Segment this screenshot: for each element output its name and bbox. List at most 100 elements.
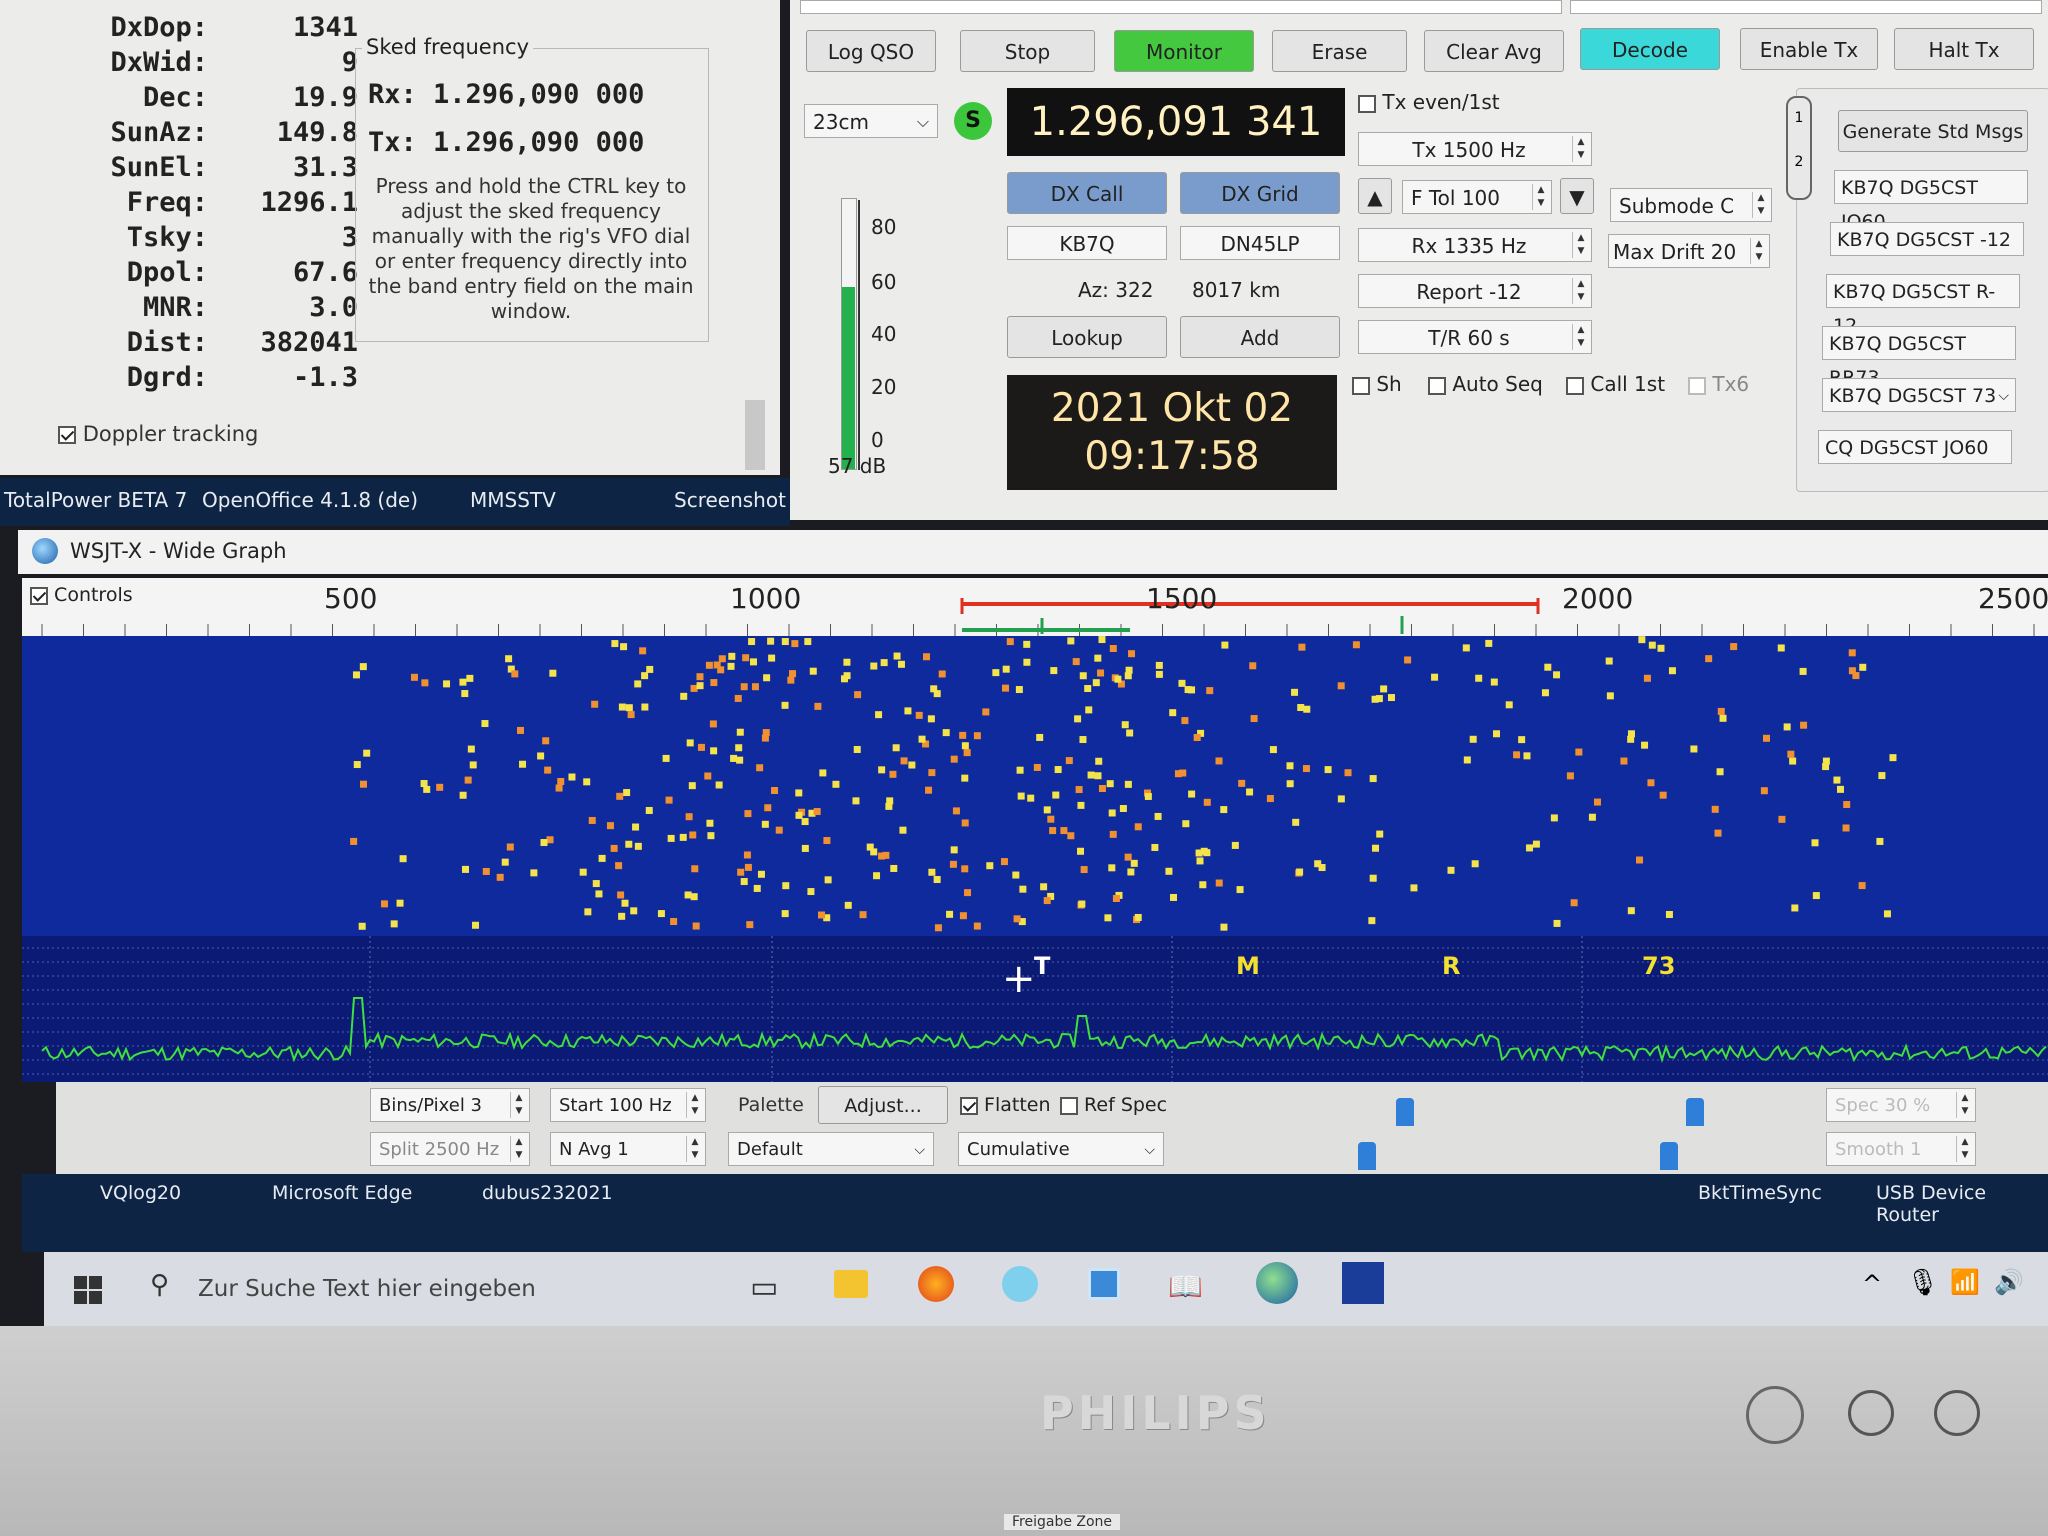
desktop-icon-usb-router[interactable]: USB Device Router <box>1876 1182 2048 1226</box>
rx-frequency-spinbox[interactable]: Rx 1335 Hz ▲ ▼ <box>1358 228 1592 262</box>
submode-spinbox[interactable]: Submode C ▲ ▼ <box>1610 188 1772 222</box>
tx6-checkbox[interactable]: Tx6 <box>1688 372 1749 396</box>
bins-pixel-spinbox[interactable]: Bins/Pixel 3 ▲ ▼ <box>370 1088 530 1122</box>
search-box[interactable]: ⚲ Zur Suche Text hier eingeben <box>144 1264 764 1314</box>
world-map-icon[interactable] <box>1342 1262 1384 1304</box>
add-button[interactable]: Add <box>1180 316 1340 358</box>
spinner-arrows-icon[interactable]: ▲ ▼ <box>1572 136 1589 162</box>
desktop-icon-edge[interactable]: Microsoft Edge <box>272 1182 412 1204</box>
spinner-arrows-icon[interactable]: ▲ ▼ <box>510 1092 527 1118</box>
log-qso-button[interactable]: Log QSO <box>806 30 936 72</box>
desktop-icon-screenshot[interactable]: Screenshot <box>674 488 786 512</box>
windows-start-icon[interactable] <box>74 1276 102 1304</box>
spinner-arrows-icon[interactable]: ▲ ▼ <box>1752 192 1769 218</box>
message-tx5[interactable]: KB7Q DG5CST 73 ⌵ <box>1822 378 2016 412</box>
generate-std-msgs-button[interactable]: Generate Std Msgs <box>1838 110 2028 152</box>
spinner-arrows-icon[interactable]: ▲ ▼ <box>1572 278 1589 304</box>
spectrum-mode-select[interactable]: Cumulative ⌵ <box>958 1132 1164 1166</box>
call-1st-checkbox[interactable]: Call 1st <box>1566 372 1665 396</box>
band-select[interactable]: 23cm ⌵ <box>804 104 938 138</box>
waterfall-dot <box>646 665 654 673</box>
tr-period-spinbox[interactable]: T/R 60 s ▲ ▼ <box>1358 320 1592 354</box>
spinner-arrows-icon[interactable]: ▲ ▼ <box>1532 184 1549 210</box>
spinner-arrows-icon[interactable]: ▲ ▼ <box>1956 1092 1973 1118</box>
spinner-arrows-icon[interactable]: ▲ ▼ <box>1572 324 1589 350</box>
smooth-spinbox[interactable]: Smooth 1 ▲ ▼ <box>1826 1132 1976 1166</box>
tx-frequency-spinbox[interactable]: Tx 1500 Hz ▲ ▼ <box>1358 132 1592 166</box>
file-explorer-icon[interactable] <box>834 1270 868 1298</box>
zero-slider-handle[interactable] <box>1686 1098 1704 1126</box>
dx-call-input[interactable]: KB7Q <box>1007 226 1167 260</box>
clear-avg-button[interactable]: Clear Avg <box>1424 30 1564 72</box>
spinner-arrows-icon[interactable]: ▲ ▼ <box>510 1136 527 1162</box>
spinner-arrows-icon[interactable]: ▲ ▼ <box>1572 232 1589 258</box>
split-spinbox[interactable]: Split 2500 Hz ▲ ▼ <box>370 1132 530 1166</box>
monitor-button-icon[interactable] <box>1848 1390 1894 1436</box>
waterfall-dot <box>718 655 726 663</box>
desktop-icon-openoffice[interactable]: OpenOffice 4.1.8 (de) <box>202 488 418 512</box>
arrow-down-button[interactable]: ▼ <box>1560 178 1594 214</box>
palette-select[interactable]: Default ⌵ <box>728 1132 934 1166</box>
report-spinbox[interactable]: Report -12 ▲ ▼ <box>1358 274 1592 308</box>
message-tx2[interactable]: KB7Q DG5CST -12 <box>1830 222 2024 256</box>
sh-checkbox[interactable]: Sh <box>1352 372 1402 396</box>
flatten-checkbox[interactable]: Flatten <box>960 1094 1051 1116</box>
desktop-icon-totalpower[interactable]: TotalPower BETA 7 <box>4 488 187 512</box>
spectrum-display[interactable]: T M R 73 + <box>22 936 2048 1082</box>
max-drift-spinbox[interactable]: Max Drift 20 ▲ ▼ <box>1608 234 1770 268</box>
auto-seq-checkbox[interactable]: Auto Seq <box>1428 372 1543 396</box>
store-icon[interactable] <box>1088 1268 1120 1300</box>
ftol-spinbox[interactable]: F Tol 100 ▲ ▼ <box>1402 180 1552 214</box>
edge-icon[interactable] <box>1002 1266 1038 1302</box>
scrollbar[interactable] <box>745 400 765 470</box>
dx-grid-input[interactable]: DN45LP <box>1180 226 1340 260</box>
lookup-button[interactable]: Lookup <box>1007 316 1167 358</box>
spec-gain-slider-handle[interactable] <box>1358 1142 1376 1170</box>
message-tx6[interactable]: CQ DG5CST JO60 <box>1818 430 2012 464</box>
stop-button[interactable]: Stop <box>960 30 1095 72</box>
wsjtx-taskbar-icon[interactable] <box>1256 1262 1298 1304</box>
task-view-icon[interactable]: ▭ <box>750 1270 778 1305</box>
spinner-arrows-icon[interactable]: ▲ ▼ <box>686 1136 703 1162</box>
waterfall-display[interactable] <box>22 636 2048 936</box>
desktop-icon-mmsstv[interactable]: MMSSTV <box>470 488 556 512</box>
spec-spinbox[interactable]: Spec 30 % ▲ ▼ <box>1826 1088 1976 1122</box>
power-button-icon[interactable] <box>1746 1386 1804 1444</box>
message-tx4[interactable]: KB7Q DG5CST RR73 <box>1822 326 2016 389</box>
arrow-up-button[interactable]: ▲ <box>1358 178 1392 214</box>
desktop-icon-bkttimesync[interactable]: BktTimeSync <box>1698 1182 1822 1204</box>
halt-tx-button[interactable]: Halt Tx <box>1894 28 2034 70</box>
tx-even-checkbox[interactable]: Tx even/1st <box>1358 90 1500 114</box>
microphone-icon[interactable]: 🎙 <box>1906 1268 1939 1298</box>
spec-zero-slider-handle[interactable] <box>1660 1142 1678 1170</box>
spinner-arrows-icon[interactable]: ▲ ▼ <box>1750 238 1767 264</box>
firefox-icon[interactable] <box>918 1266 954 1302</box>
n-avg-spinbox[interactable]: N Avg 1 ▲ ▼ <box>550 1132 706 1166</box>
ref-spec-checkbox[interactable]: Ref Spec <box>1060 1094 1167 1116</box>
s-meter-indicator[interactable]: S <box>954 102 992 140</box>
waterfall-dot <box>627 711 635 719</box>
speaker-icon[interactable]: 🔊 <box>1994 1268 2024 1296</box>
gain-slider-handle[interactable] <box>1396 1098 1414 1126</box>
spinner-arrows-icon[interactable]: ▲ ▼ <box>1956 1136 1973 1162</box>
tab-2[interactable]: 2 <box>1788 154 1810 170</box>
message-tx1[interactable]: KB7Q DG5CST JO60 <box>1834 170 2028 233</box>
chevron-up-icon[interactable]: ^ <box>1862 1270 1882 1298</box>
erase-button[interactable]: Erase <box>1272 30 1407 72</box>
decode-button[interactable]: Decode <box>1580 28 1720 70</box>
dx-grid-button[interactable]: DX Grid <box>1180 172 1340 214</box>
book-icon[interactable]: 📖 <box>1168 1270 1203 1303</box>
tab-1[interactable]: 1 <box>1788 110 1810 126</box>
doppler-tracking-checkbox[interactable]: Doppler tracking <box>58 422 258 446</box>
network-icon[interactable]: 📶 <box>1950 1268 1980 1296</box>
monitor-button-icon[interactable] <box>1934 1390 1980 1436</box>
monitor-button[interactable]: Monitor <box>1114 30 1254 72</box>
enable-tx-button[interactable]: Enable Tx <box>1740 28 1878 70</box>
adjust-button[interactable]: Adjust... <box>818 1086 948 1124</box>
start-frequency-spinbox[interactable]: Start 100 Hz ▲ ▼ <box>550 1088 706 1122</box>
desktop-icon-dubus[interactable]: dubus232021 <box>482 1182 613 1204</box>
dx-call-button[interactable]: DX Call <box>1007 172 1167 214</box>
desktop-icon-vqlog[interactable]: VQlog20 <box>100 1182 181 1204</box>
message-tx3[interactable]: KB7Q DG5CST R-12 <box>1826 274 2020 337</box>
spinner-arrows-icon[interactable]: ▲ ▼ <box>686 1092 703 1118</box>
